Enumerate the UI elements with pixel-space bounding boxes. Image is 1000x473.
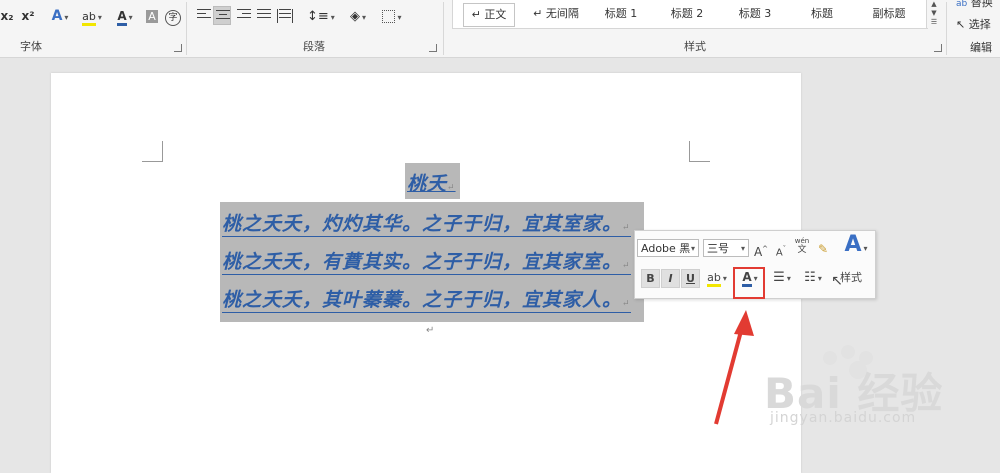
mini-styles-label: 样式 [840, 271, 862, 284]
mini-font-name-field[interactable]: Adobe 黑 ▾ [637, 239, 699, 257]
align-right-icon[interactable] [237, 9, 251, 23]
mini-font-size-field[interactable]: 三号 ▾ [703, 239, 749, 257]
group-separator [946, 2, 947, 55]
paragraph-group-label: 段落 [303, 40, 325, 53]
align-center-icon[interactable] [213, 6, 231, 25]
borders-button[interactable]: ▾ [379, 6, 405, 26]
styles-group-label: 样式 [684, 40, 706, 53]
watermark-url: jingyan.baidu.com [770, 410, 917, 426]
paragraph-mark: ↵ [622, 261, 631, 271]
replace-button[interactable]: ab 替换 [956, 0, 993, 10]
shrink-font-icon: A [775, 247, 783, 259]
mini-highlight-button[interactable]: ab ▾ [705, 267, 729, 287]
styles-button[interactable]: A ▾ [841, 232, 871, 265]
enclosed-char-button[interactable]: 字 [164, 6, 182, 26]
grow-font-icon: A [753, 245, 763, 259]
font-color-icon: A [117, 9, 127, 26]
styles-group: 样式 [444, 0, 946, 57]
bullets-button[interactable]: ☰ ▾ [769, 267, 795, 287]
mini-font-name: Adobe 黑 [641, 242, 691, 255]
superscript-button[interactable]: x² [20, 6, 36, 26]
enclosed-char-icon: 字 [165, 10, 181, 26]
mini-toolbar: Adobe 黑 ▾ 三号 ▾ A^ Aˇ wén 文 ✎ A ▾ B I U ab ▾… [634, 230, 876, 299]
paintbrush-icon: ✎ [817, 242, 829, 256]
replace-icon: ab [956, 0, 968, 9]
font-dialog-launcher[interactable] [174, 44, 182, 52]
phonetic-guide-icon: wén [794, 237, 810, 245]
highlight-icon: ab [707, 271, 721, 287]
paragraph-mark: ↵ [447, 183, 456, 193]
line-spacing-button[interactable]: ↕≡ ▾ [307, 6, 335, 26]
highlight-button[interactable]: ab ▾ [78, 6, 106, 26]
arrow-head [734, 310, 754, 336]
char-shading-icon: A [146, 10, 158, 23]
line-spacing-icon: ↕≡ [307, 9, 329, 24]
align-left-icon[interactable] [197, 9, 211, 23]
shrink-font-button[interactable]: Aˇ [773, 239, 789, 259]
verse-line-1-text: 桃之夭夭，灼灼其华。之子于归，宜其室家。 [222, 213, 623, 235]
highlight-icon: ab [82, 10, 96, 26]
chevron-down-icon: ▾ [740, 244, 745, 253]
replace-label: 替换 [970, 0, 993, 9]
italic-button[interactable]: I [661, 269, 680, 288]
numbering-icon: ☷ [804, 270, 816, 285]
document-title-text: 桃夭 [407, 173, 448, 195]
font-group-label: 字体 [20, 40, 42, 53]
cursor-icon: ↖ [956, 18, 966, 31]
text-effects-button[interactable]: A ▾ [48, 6, 72, 26]
verse-line-2[interactable]: 桃之夭夭，有蕡其实。之子于归，宜其家室。↵ [222, 247, 631, 275]
font-color-highlight-box [733, 267, 765, 299]
select-label: 选择 [968, 18, 991, 31]
paint-bucket-icon: ◈ [349, 9, 360, 24]
font-group: x₂ x² A ▾ ab ▾ A ▾ A 字 字体 [0, 0, 186, 57]
distribute-icon[interactable] [277, 9, 293, 23]
verse-line-1[interactable]: 桃之夭夭，灼灼其华。之子于归，宜其室家。↵ [222, 209, 631, 237]
editing-group-label: 编辑 [970, 41, 992, 54]
ribbon: x₂ x² A ▾ ab ▾ A ▾ A 字 字体 ↕≡ ▾ ◈ ▾ ▾ 段落 … [0, 0, 1000, 58]
justify-icon[interactable] [257, 9, 271, 23]
borders-icon [382, 10, 396, 23]
underline-button[interactable]: U [681, 269, 700, 288]
margin-corner-top-left [142, 141, 163, 162]
select-button[interactable]: ↖ 选择 [956, 16, 991, 32]
char-shading-button[interactable]: A [144, 6, 160, 26]
document-title[interactable]: 桃夭↵ [407, 169, 456, 196]
end-paragraph-mark: ↵ [426, 325, 435, 336]
grow-font-button[interactable]: A^ [753, 239, 769, 259]
font-color-button[interactable]: A ▾ [112, 6, 138, 26]
verse-line-3-text: 桃之夭夭，其叶蓁蓁。之子于归，宜其家人。 [222, 289, 623, 311]
verse-line-3[interactable]: 桃之夭夭，其叶蓁蓁。之子于归，宜其家人。↵ [222, 285, 631, 313]
bold-button[interactable]: B [641, 269, 660, 288]
text-effects-icon: A [51, 8, 63, 24]
paragraph-mark: ↵ [622, 299, 631, 309]
verse-line-2-text: 桃之夭夭，有蕡其实。之子于归，宜其家室。 [222, 251, 623, 273]
subscript-button[interactable]: x₂ [0, 6, 14, 26]
mini-font-size: 三号 [707, 242, 729, 255]
paragraph-dialog-launcher[interactable] [429, 44, 437, 52]
margin-corner-top-right [689, 141, 710, 162]
format-painter-button[interactable]: ✎ [815, 239, 831, 259]
bullets-icon: ☰ [773, 270, 785, 285]
phonetic-guide-button[interactable]: wén 文 [793, 237, 811, 257]
chevron-down-icon: ▾ [690, 244, 695, 253]
styles-dialog-launcher[interactable] [934, 44, 942, 52]
paragraph-group: ↕≡ ▾ ◈ ▾ ▾ 段落 [187, 0, 441, 57]
numbering-button[interactable]: ☷ ▾ [799, 267, 827, 287]
styles-icon: A [844, 232, 862, 257]
paragraph-mark: ↵ [622, 223, 631, 233]
shading-button[interactable]: ◈ ▾ [343, 6, 373, 26]
